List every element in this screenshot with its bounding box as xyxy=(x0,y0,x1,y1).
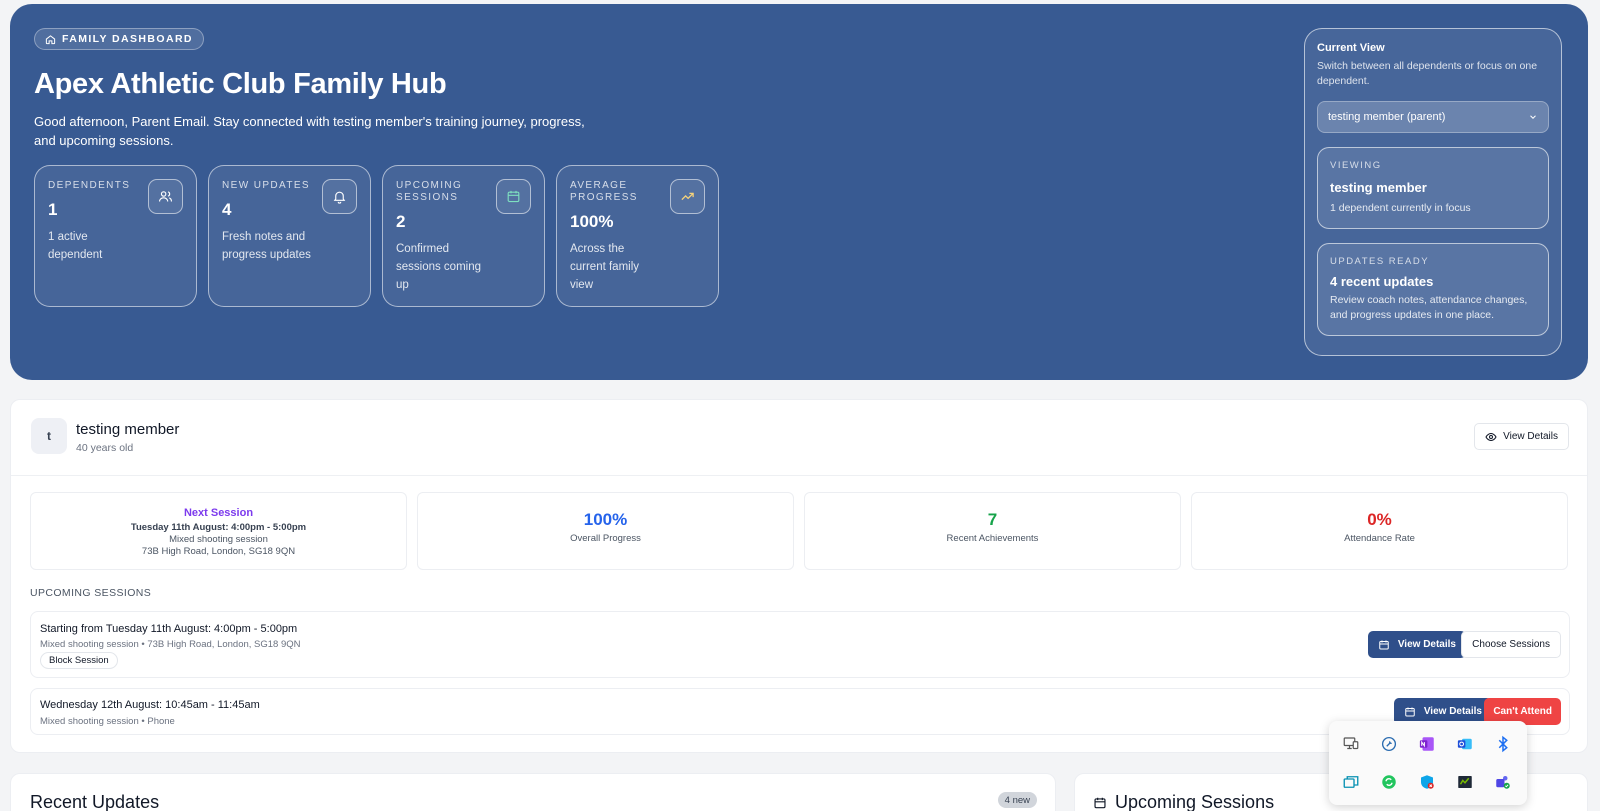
stat-desc: Across the current family view xyxy=(570,243,640,291)
page-title: Apex Athletic Club Family Hub xyxy=(34,68,447,100)
next-session-card: Next Session Tuesday 11th August: 4:00pm… xyxy=(30,492,407,570)
viewing-box: VIEWING testing member 1 dependent curre… xyxy=(1317,147,1549,229)
stat-label: AVERAGE PROGRESS xyxy=(570,180,638,203)
home-icon xyxy=(45,34,56,44)
choose-sessions-button[interactable]: Choose Sessions xyxy=(1461,631,1561,658)
button-label: View Details xyxy=(1503,431,1558,442)
session-title: Starting from Tuesday 11th August: 4:00p… xyxy=(40,623,298,635)
stat-card-updates: NEW UPDATES 4 Fresh notes and progress u… xyxy=(208,165,371,307)
avatar: t xyxy=(31,418,67,454)
overall-progress-card: 100% Overall Progress xyxy=(417,492,794,570)
calendar-icon xyxy=(1094,797,1106,808)
view-member-details-button[interactable]: View Details xyxy=(1474,423,1569,450)
recent-updates-panel: Recent Updates 4 new xyxy=(10,773,1056,811)
member-card: t testing member 40 years old View Detai… xyxy=(10,399,1588,753)
wrench-icon[interactable] xyxy=(1370,725,1408,763)
trending-up-icon xyxy=(670,179,705,214)
dashboard-badge: FAMILY DASHBOARD xyxy=(34,28,204,50)
block-session-tag: Block Session xyxy=(40,652,118,669)
dependent-select[interactable]: testing member (parent) xyxy=(1317,101,1549,133)
defender-icon[interactable] xyxy=(1408,763,1446,801)
updates-ready-label: UPDATES READY xyxy=(1330,256,1430,267)
upcoming-sessions-title-row: Upcoming Sessions xyxy=(1093,792,1274,811)
button-label: Choose Sessions xyxy=(1472,639,1550,650)
next-session-time: Tuesday 11th August: 4:00pm - 5:00pm xyxy=(130,522,307,533)
teams-icon[interactable] xyxy=(1484,763,1522,801)
calendar-icon xyxy=(1379,640,1389,649)
viewing-label: VIEWING xyxy=(1330,160,1382,171)
users-icon xyxy=(148,179,183,214)
next-session-location: 73B High Road, London, SG18 9QN xyxy=(141,546,296,557)
achievements-value: 7 xyxy=(987,510,998,529)
badge-label: FAMILY DASHBOARD xyxy=(62,33,193,45)
stat-label: UPCOMING SESSIONS xyxy=(396,180,463,203)
member-header: t testing member 40 years old View Detai… xyxy=(11,400,1587,476)
overall-progress-label: Overall Progress xyxy=(570,533,641,544)
stat-label: DEPENDENTS xyxy=(48,180,131,191)
stat-value: 2 xyxy=(396,212,406,231)
window-icon[interactable] xyxy=(1332,763,1370,801)
eye-icon xyxy=(1485,432,1497,441)
session-title: Wednesday 12th August: 10:45am - 11:45am xyxy=(40,699,260,711)
display-icon[interactable] xyxy=(1332,725,1370,763)
stat-value: 100% xyxy=(570,212,614,231)
chevron-down-icon xyxy=(1530,115,1536,119)
bell-icon xyxy=(322,179,357,214)
upcoming-sessions-heading: UPCOMING SESSIONS xyxy=(30,587,152,599)
button-label: View Details xyxy=(1397,639,1456,650)
next-session-type: Mixed shooting session xyxy=(169,534,268,545)
bluetooth-icon[interactable] xyxy=(1484,725,1522,763)
updates-ready-desc: Review coach notes, attendance changes, … xyxy=(1330,294,1528,321)
hero-banner: FAMILY DASHBOARD Apex Athletic Club Fami… xyxy=(10,4,1588,380)
stat-card-progress: AVERAGE PROGRESS 100% Across the current… xyxy=(556,165,719,307)
viewing-title: testing member xyxy=(1330,180,1427,195)
current-view-panel: Current View Switch between all dependen… xyxy=(1304,28,1562,356)
current-view-desc: Switch between all dependents or focus o… xyxy=(1317,60,1538,87)
stat-label: NEW UPDATES xyxy=(222,180,310,191)
stat-desc: 1 active dependent xyxy=(48,231,103,261)
outlook-icon[interactable] xyxy=(1446,725,1484,763)
recent-updates-title: Recent Updates xyxy=(30,792,160,811)
session-meta: Mixed shooting session • 73B High Road, … xyxy=(40,639,301,650)
overall-progress-value: 100% xyxy=(583,510,628,529)
nvidia-icon[interactable] xyxy=(1446,763,1484,801)
greeting-text: Good afternoon, Parent Email. Stay conne… xyxy=(34,114,585,148)
button-label: Can't Attend xyxy=(1493,706,1552,717)
session-meta: Mixed shooting session • Phone xyxy=(40,716,175,727)
next-session-title: Next Session xyxy=(183,507,254,519)
dependent-select-value: testing member (parent) xyxy=(1328,111,1446,123)
button-label: View Details xyxy=(1423,706,1482,717)
member-name: testing member xyxy=(76,421,180,438)
new-updates-badge: 4 new xyxy=(997,792,1037,808)
calendar-icon xyxy=(1405,707,1415,716)
session-row: Starting from Tuesday 11th August: 4:00p… xyxy=(30,611,1570,678)
system-tray-overflow xyxy=(1329,721,1527,805)
attendance-label: Attendance Rate xyxy=(1344,533,1415,544)
stat-card-dependents: DEPENDENTS 1 1 active dependent xyxy=(34,165,197,307)
achievements-card: 7 Recent Achievements xyxy=(804,492,1181,570)
view-session-details-button[interactable]: View Details xyxy=(1367,631,1466,658)
viewing-desc: 1 dependent currently in focus xyxy=(1330,202,1471,214)
achievements-label: Recent Achievements xyxy=(946,533,1039,544)
attendance-card: 0% Attendance Rate xyxy=(1191,492,1568,570)
sync-icon[interactable] xyxy=(1370,763,1408,801)
stat-card-sessions: UPCOMING SESSIONS 2 Confirmed sessions c… xyxy=(382,165,545,307)
stat-desc: Confirmed sessions coming up xyxy=(396,243,482,291)
calendar-icon xyxy=(496,179,531,214)
member-age: 40 years old xyxy=(76,442,134,454)
onenote-icon[interactable] xyxy=(1408,725,1446,763)
updates-ready-box: UPDATES READY 4 recent updates Review co… xyxy=(1317,243,1549,336)
current-view-title: Current View xyxy=(1317,42,1385,54)
upcoming-sessions-title: Upcoming Sessions xyxy=(1115,792,1275,811)
updates-ready-title: 4 recent updates xyxy=(1330,274,1434,289)
attendance-value: 0% xyxy=(1367,510,1392,529)
stat-desc: Fresh notes and progress updates xyxy=(222,231,311,261)
